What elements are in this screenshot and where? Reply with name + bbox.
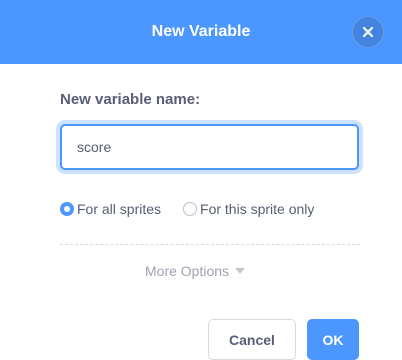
scope-this-sprite-option[interactable]: For this sprite only — [183, 201, 314, 217]
caret-down-icon — [235, 268, 246, 274]
scope-radio-group: For all sprites For this sprite only — [60, 201, 314, 217]
more-options-toggle[interactable]: More Options — [145, 263, 246, 279]
scope-all-sprites-option[interactable]: For all sprites — [60, 201, 161, 217]
scope-all-sprites-label: For all sprites — [77, 201, 162, 217]
more-options-label: More Options — [145, 263, 230, 279]
radio-checked-icon[interactable] — [60, 202, 74, 216]
scope-this-sprite-label: For this sprite only — [200, 201, 315, 217]
cancel-button[interactable]: Cancel — [208, 319, 296, 360]
new-variable-dialog: New Variable New variable name: For all … — [0, 0, 402, 360]
close-icon — [362, 26, 374, 38]
close-button[interactable] — [352, 16, 384, 48]
radio-unchecked-icon[interactable] — [183, 202, 198, 216]
ok-button[interactable]: OK — [307, 319, 359, 360]
dashed-divider — [60, 244, 360, 245]
variable-name-label: New variable name: — [60, 91, 201, 108]
variable-name-input[interactable] — [60, 124, 359, 170]
dialog-title: New Variable — [151, 23, 251, 40]
